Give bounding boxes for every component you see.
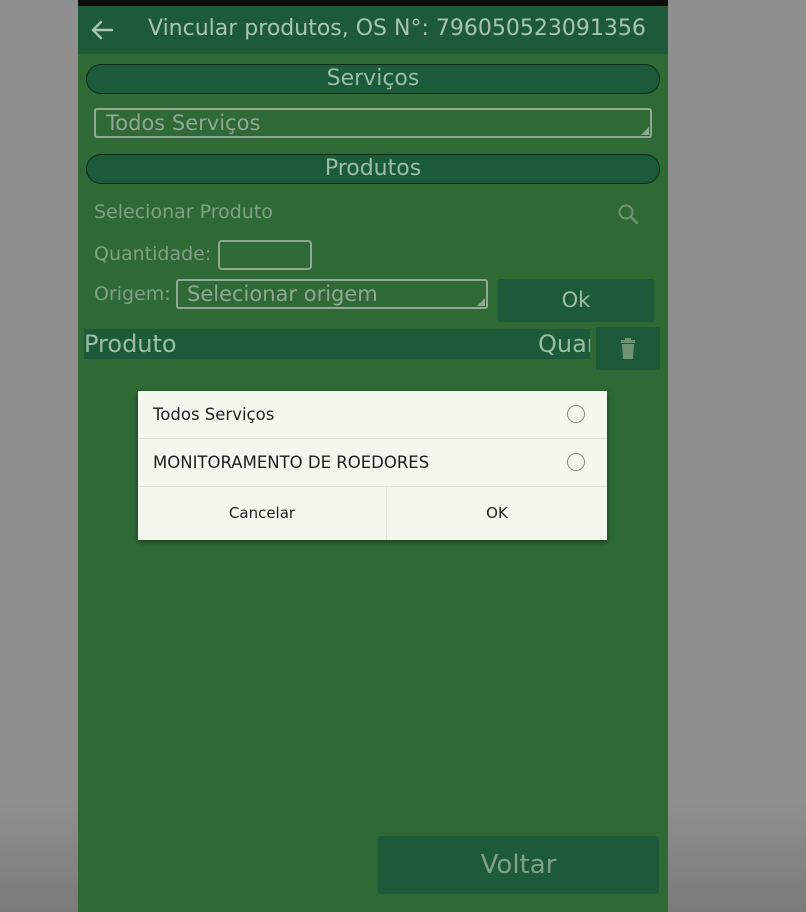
ok-button[interactable]: Ok (498, 279, 654, 322)
produto-search-input[interactable]: Selecionar Produto (94, 201, 273, 223)
section-header-produtos: Produtos (86, 154, 660, 184)
voltar-button[interactable]: Voltar (378, 836, 659, 894)
origem-select-value: Selecionar origem (187, 282, 378, 306)
products-table-header: Produto Quantidade (84, 329, 590, 359)
servicos-select[interactable]: Todos Serviços (94, 108, 652, 138)
search-icon[interactable] (616, 202, 642, 228)
quantidade-label: Quantidade: (94, 243, 212, 265)
dialog-option-todos-servicos[interactable]: Todos Serviços (138, 391, 607, 439)
dialog-cancel-button[interactable]: Cancelar (138, 487, 386, 540)
dialog-ok-button[interactable]: OK (387, 487, 607, 540)
dialog-option-monitoramento[interactable]: MONITORAMENTO DE ROEDORES (138, 439, 607, 487)
servicos-dialog: Todos Serviços MONITORAMENTO DE ROEDORES… (138, 391, 607, 540)
dialog-option-label: MONITORAMENTO DE ROEDORES (153, 453, 430, 472)
dropdown-corner-icon (477, 298, 485, 306)
servicos-select-value: Todos Serviços (106, 111, 261, 135)
origem-select[interactable]: Selecionar origem (176, 279, 488, 309)
radio-icon[interactable] (567, 405, 585, 423)
delete-button[interactable] (596, 327, 660, 370)
origem-label: Origem: (94, 283, 171, 305)
dialog-option-label: Todos Serviços (153, 405, 275, 424)
column-header-produto: Produto (84, 330, 177, 358)
trash-icon (621, 338, 635, 359)
section-header-servicos: Serviços (86, 64, 660, 94)
quantidade-input[interactable] (218, 240, 312, 270)
back-arrow-icon[interactable] (88, 16, 116, 44)
page-title: Vincular produtos, OS N°: 79605052309135… (148, 16, 646, 41)
column-header-quantidade: Quantidade (538, 330, 590, 358)
app-bar: Vincular produtos, OS N°: 79605052309135… (78, 6, 668, 54)
radio-icon[interactable] (567, 453, 585, 471)
dropdown-corner-icon (641, 127, 649, 135)
